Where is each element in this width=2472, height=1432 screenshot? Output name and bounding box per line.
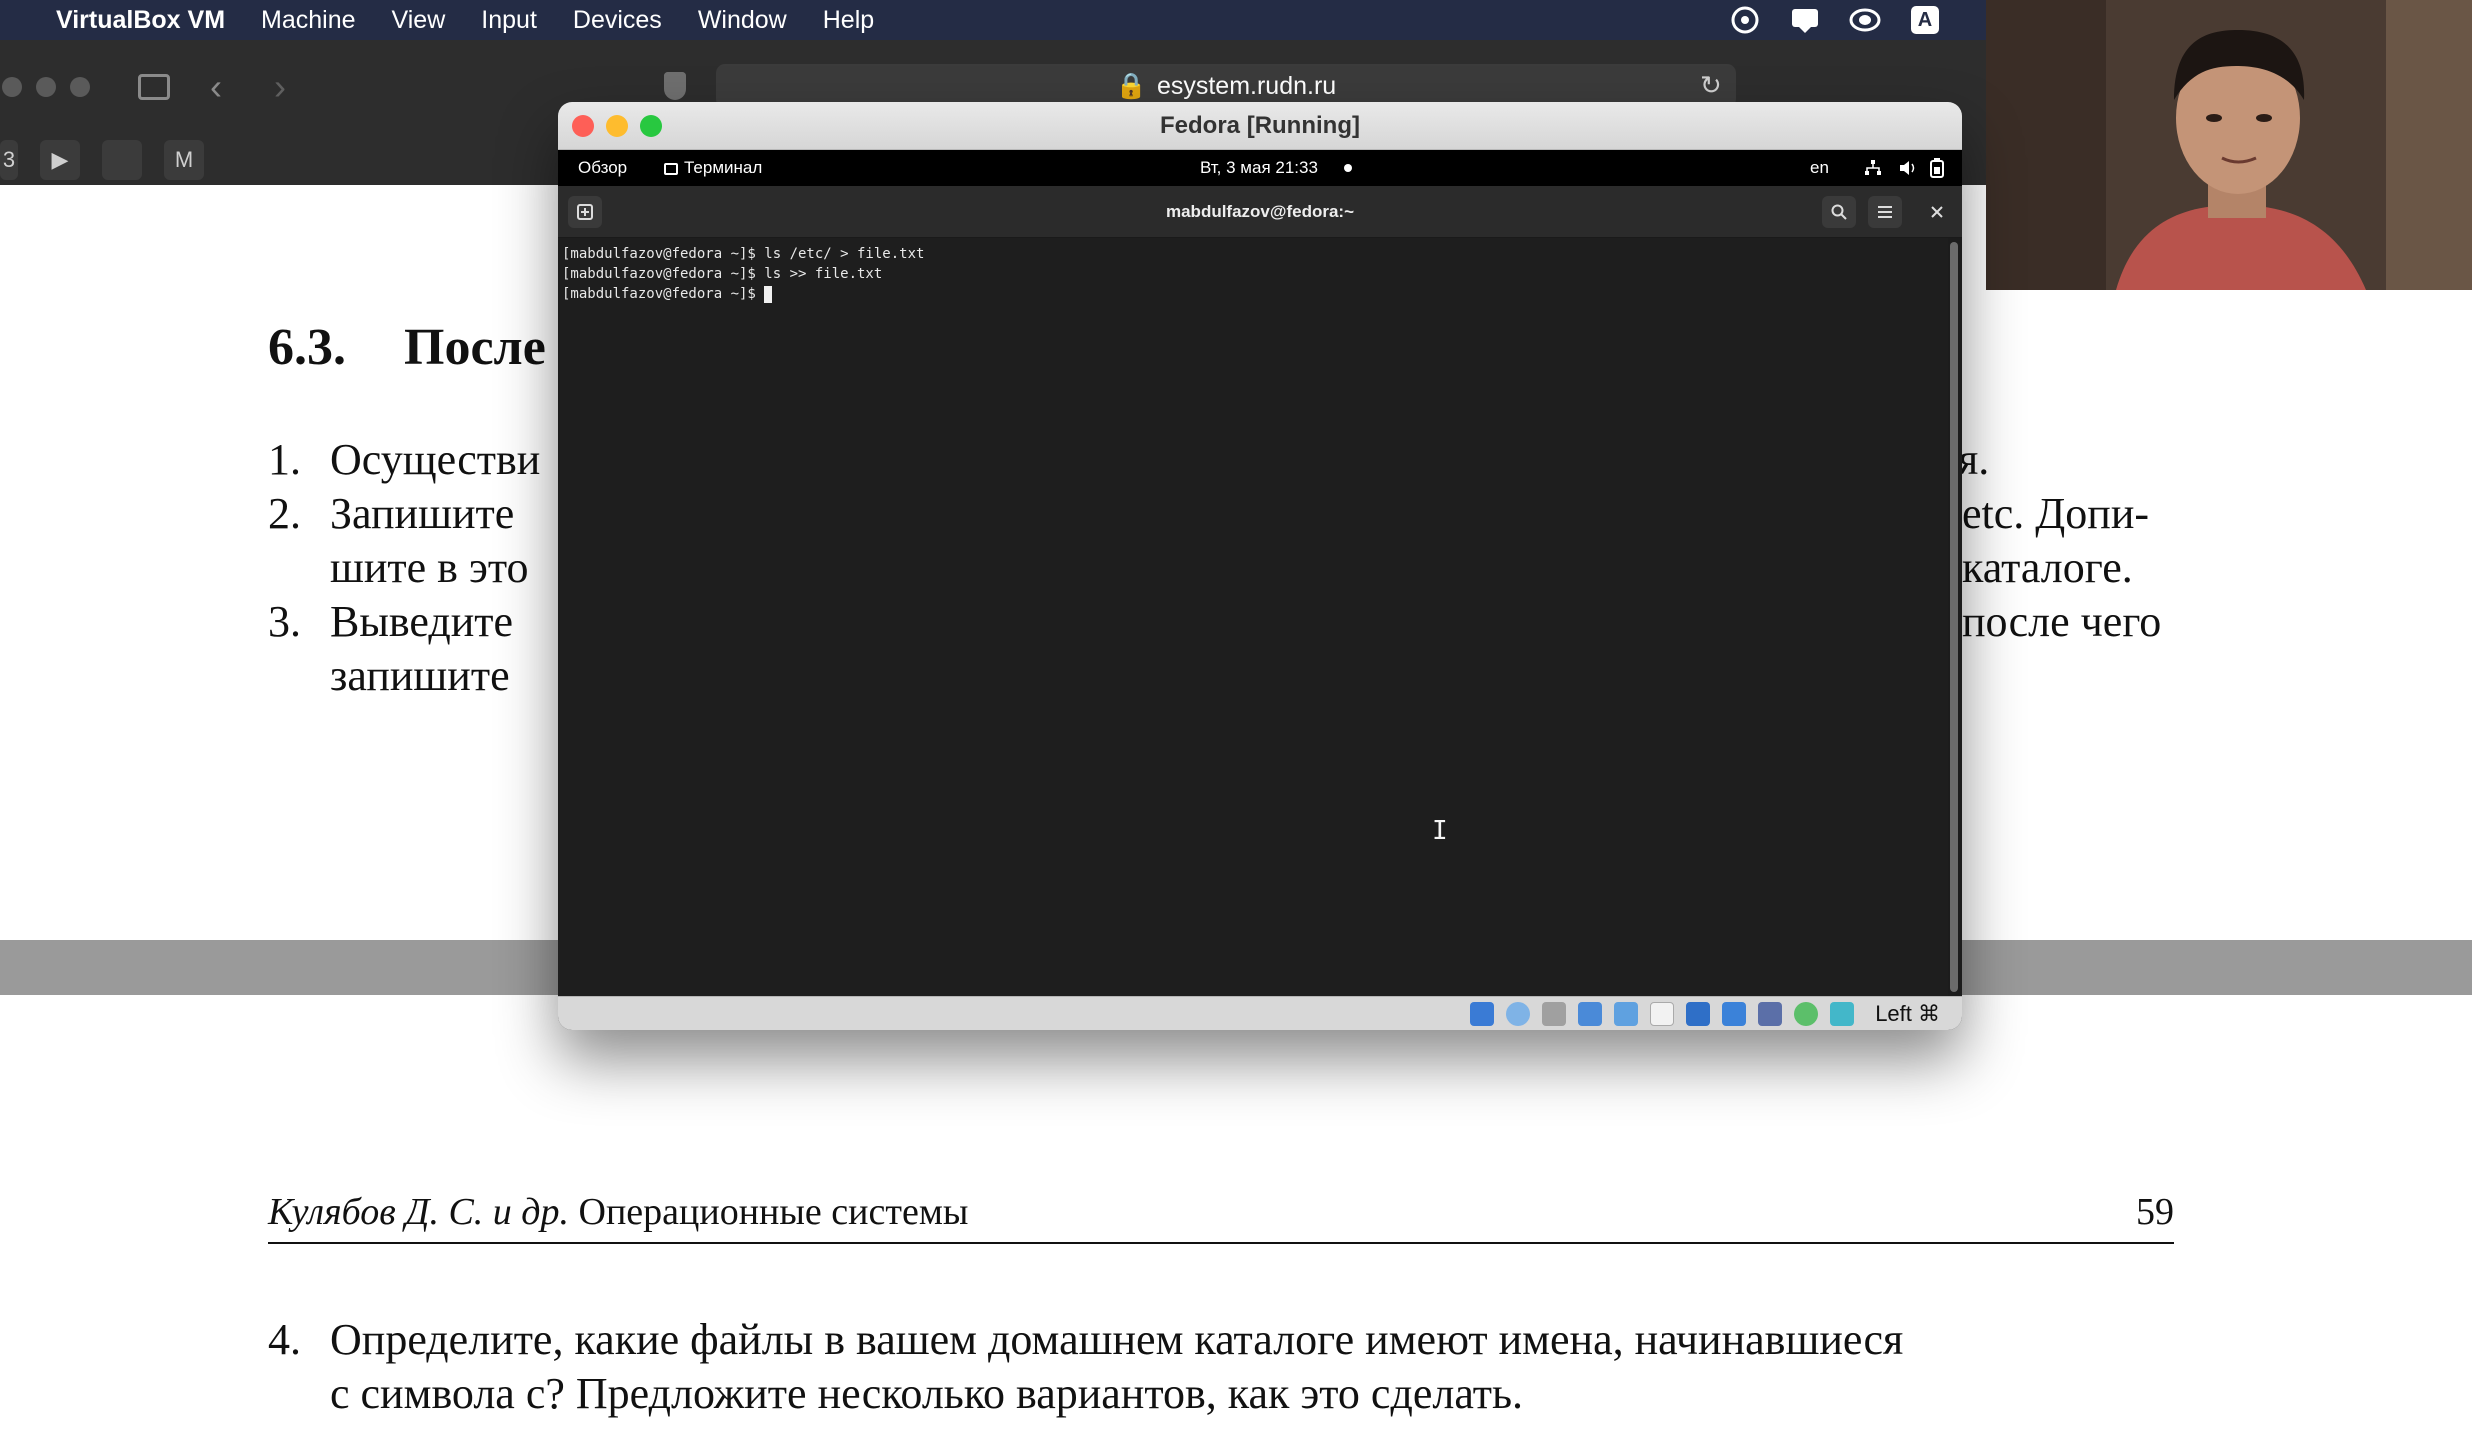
video-capture-icon[interactable] bbox=[1722, 1002, 1746, 1026]
url-text: esystem.rudn.ru bbox=[1156, 71, 1337, 100]
audio-icon[interactable] bbox=[1542, 1002, 1566, 1026]
list-item-text: Осуществи bbox=[330, 435, 541, 484]
network-adapter-icon[interactable] bbox=[1578, 1002, 1602, 1026]
clock[interactable]: Вт, 3 мая 21:33 bbox=[1200, 150, 1318, 186]
menu-devices[interactable]: Devices bbox=[555, 0, 680, 40]
footer-book: Операционные системы bbox=[578, 1191, 969, 1233]
notification-icon[interactable] bbox=[1788, 5, 1822, 35]
vbox-titlebar[interactable]: Fedora [Running] bbox=[558, 102, 1962, 150]
search-button[interactable] bbox=[1822, 196, 1856, 228]
shared-folders-icon[interactable] bbox=[1650, 1002, 1674, 1026]
host-key-indicator: Left ⌘ bbox=[1875, 1001, 1940, 1026]
screen: ‹ › 🔒 esystem.rudn.ru ↻ 3 ▶ M 6.3. После… bbox=[0, 0, 2472, 1432]
display-settings-icon[interactable] bbox=[1686, 1002, 1710, 1026]
vbox-window-title: Fedora [Running] bbox=[1160, 112, 1360, 139]
zoom-dot[interactable] bbox=[70, 77, 90, 97]
volume-icon[interactable] bbox=[1898, 150, 1918, 190]
list-number: 2. bbox=[268, 489, 301, 538]
terminal-app-icon bbox=[664, 162, 678, 175]
list-item-text: с символа c? Предложите несколько вариан… bbox=[330, 1369, 1524, 1418]
section-number: 6.3. bbox=[268, 319, 346, 376]
input-source-icon[interactable]: A bbox=[1908, 5, 1942, 35]
cpu-icon[interactable] bbox=[1758, 1002, 1782, 1026]
page-footer: Кулябов Д. С. и др. Операционные системы… bbox=[268, 1190, 2174, 1244]
close-icon bbox=[1931, 206, 1943, 218]
list-item-text: после чего bbox=[1962, 597, 2162, 646]
terminal-line: [mabdulfazov@fedora ~]$ ls >> file.txt bbox=[562, 266, 883, 282]
youtube-icon[interactable]: ▶ bbox=[40, 140, 80, 180]
list-item-text: шите в это bbox=[330, 543, 529, 592]
webcam-overlay bbox=[1986, 0, 2472, 290]
virtualbox-window[interactable]: Fedora [Running] Обзор Терминал Вт, 3 ма… bbox=[558, 102, 1962, 1030]
minimize-dot[interactable] bbox=[36, 77, 56, 97]
creative-cloud-icon[interactable] bbox=[1728, 5, 1762, 35]
network-icon[interactable] bbox=[1864, 150, 1882, 190]
menu-help[interactable]: Help bbox=[805, 0, 892, 40]
list-item-text: запишите bbox=[330, 651, 510, 700]
notification-dot-icon bbox=[1344, 164, 1352, 172]
terminal-line: [mabdulfazov@fedora ~]$ ls /etc/ > file.… bbox=[562, 246, 925, 262]
keyboard-layout[interactable]: en bbox=[1810, 150, 1829, 186]
gnome-top-bar: Обзор Терминал Вт, 3 мая 21:33 en bbox=[558, 150, 1962, 186]
input-source-label: A bbox=[1911, 6, 1939, 34]
terminal-title: mabdulfazov@fedora:~ bbox=[1165, 202, 1355, 221]
close-terminal-button[interactable] bbox=[1920, 196, 1954, 228]
list-item-text: я. bbox=[1958, 435, 1990, 484]
gmail-icon[interactable]: M bbox=[164, 140, 204, 180]
search-icon bbox=[1831, 204, 1847, 220]
list-number: 3. bbox=[268, 597, 301, 646]
back-icon[interactable]: ‹ bbox=[210, 66, 222, 108]
menu-window[interactable]: Window bbox=[680, 0, 805, 40]
shield-icon[interactable] bbox=[664, 72, 686, 100]
list-number: 4. bbox=[268, 1315, 301, 1364]
usb-icon[interactable] bbox=[1614, 1002, 1638, 1026]
menu-machine[interactable]: Machine bbox=[243, 0, 374, 40]
tab-favicon-1[interactable]: 3 bbox=[0, 140, 18, 180]
battery-icon[interactable] bbox=[1930, 150, 1944, 191]
optical-drive-icon[interactable] bbox=[1506, 1002, 1530, 1026]
menubar-tray: A bbox=[1728, 0, 1942, 40]
list-item-text: Запишите bbox=[330, 489, 515, 538]
footer-title: Кулябов Д. С. и др. Операционные системы bbox=[268, 1190, 968, 1242]
terminal-output[interactable]: [mabdulfazov@fedora ~]$ ls /etc/ > file.… bbox=[558, 238, 1948, 996]
reload-icon[interactable]: ↻ bbox=[1700, 70, 1722, 101]
mouse-integration-icon[interactable] bbox=[1794, 1002, 1818, 1026]
text-cursor bbox=[764, 285, 773, 303]
page-number: 59 bbox=[2136, 1191, 2174, 1233]
lock-icon: 🔒 bbox=[1115, 71, 1147, 100]
list-item-text: Выведите bbox=[330, 597, 514, 646]
terminal-prompt-line: [mabdulfazov@fedora ~]$ bbox=[562, 284, 1944, 304]
ibeam-cursor-icon: I bbox=[1432, 816, 1448, 846]
list-item-text: каталоге. bbox=[1962, 543, 2133, 592]
activities-overview[interactable]: Обзор bbox=[578, 150, 627, 186]
terminal-scrollbar[interactable] bbox=[1950, 242, 1958, 992]
section-title: После bbox=[404, 319, 546, 376]
terminal-headerbar: mabdulfazov@fedora:~ bbox=[558, 186, 1962, 238]
terminal-app-label: Терминал bbox=[684, 158, 763, 177]
footer-author: Кулябов Д. С. и др. bbox=[268, 1191, 570, 1233]
forward-icon[interactable]: › bbox=[274, 66, 286, 108]
sidebar-icon[interactable] bbox=[138, 74, 170, 100]
apple-icon[interactable] bbox=[102, 140, 142, 180]
terminal-app-menu[interactable]: Терминал bbox=[664, 150, 762, 186]
list-item-text: Определите, какие файлы в вашем домашнем… bbox=[330, 1315, 1904, 1364]
menu-button[interactable] bbox=[1868, 196, 1902, 228]
display-icon[interactable] bbox=[1848, 5, 1882, 35]
menu-app-name[interactable]: VirtualBox VM bbox=[26, 0, 243, 40]
keyboard-capture-icon[interactable] bbox=[1830, 1002, 1854, 1026]
apple-menu-icon[interactable] bbox=[0, 0, 26, 40]
list-item-text: etc. Допи- bbox=[1962, 489, 2150, 538]
webcam-person-image bbox=[1986, 0, 2472, 290]
list-number: 1. bbox=[268, 435, 301, 484]
close-dot[interactable] bbox=[2, 77, 22, 97]
menu-input[interactable]: Input bbox=[463, 0, 555, 40]
terminal-prompt: [mabdulfazov@fedora ~]$ bbox=[562, 286, 765, 302]
vbox-statusbar: Left ⌘ bbox=[558, 996, 1962, 1030]
hamburger-icon bbox=[1878, 206, 1892, 218]
menu-view[interactable]: View bbox=[374, 0, 464, 40]
hard-disk-icon[interactable] bbox=[1470, 1002, 1494, 1026]
